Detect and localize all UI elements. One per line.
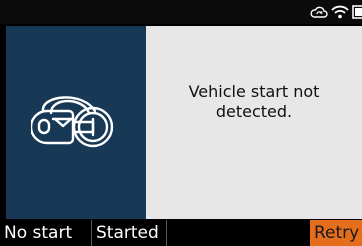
status-message: Vehicle start not detected.: [188, 82, 320, 121]
vehicle-key-start-icon: [31, 95, 114, 147]
status-bar: [0, 0, 362, 24]
no-start-button[interactable]: No start: [0, 220, 92, 246]
started-button[interactable]: Started: [92, 220, 167, 246]
cloud-sync-icon: [310, 6, 328, 18]
illustration-panel: [6, 26, 146, 219]
device-screen: Vehicle start not detected. No start Sta…: [0, 0, 362, 246]
message-panel: Vehicle start not detected.: [146, 26, 362, 219]
softkey-bar: No start Started Retry: [0, 220, 362, 246]
empty-softkey: [167, 220, 310, 246]
retry-button[interactable]: Retry: [310, 220, 362, 246]
battery-icon: [352, 5, 362, 19]
wifi-icon: [331, 5, 349, 19]
status-icons: [310, 3, 362, 21]
